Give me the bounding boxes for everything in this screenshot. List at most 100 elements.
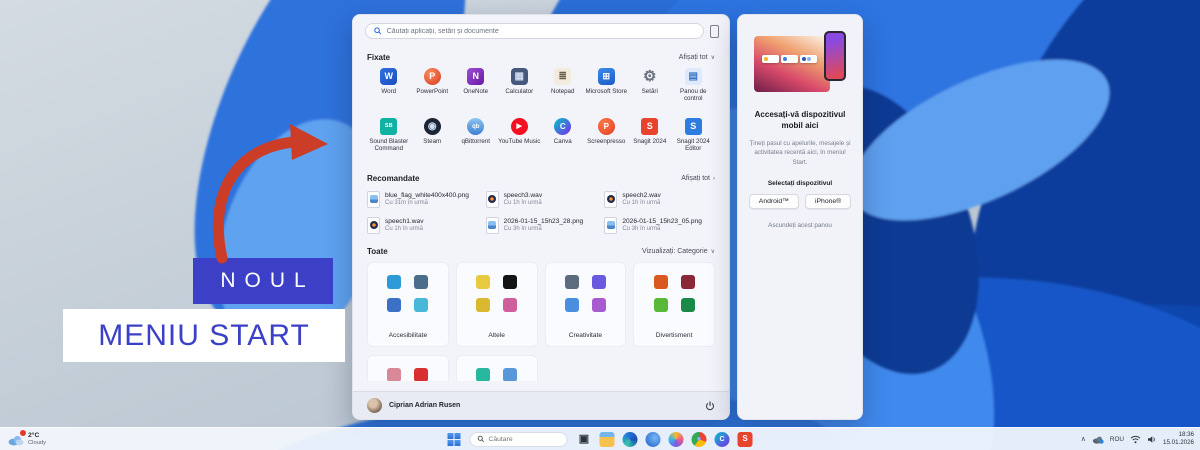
pinned-app[interactable]: ▶ YouTube Music bbox=[498, 118, 542, 162]
pinned-app[interactable]: S Snagit 2024 bbox=[628, 118, 672, 162]
pinned-app[interactable]: SB Sound Blaster Command bbox=[367, 118, 411, 162]
android-button[interactable]: Android™ bbox=[748, 193, 800, 209]
red-arrow-annotation bbox=[212, 124, 328, 264]
app-label: Canva bbox=[553, 138, 572, 145]
iphone-button[interactable]: iPhone® bbox=[805, 193, 852, 209]
file-timestamp: Cu 1h în urmă bbox=[385, 226, 424, 233]
search-icon bbox=[374, 27, 382, 35]
recommended-file[interactable]: speech1.wav Cu 1h în urmă bbox=[367, 215, 478, 235]
pinned-app[interactable]: ▤ Panou de control bbox=[672, 68, 716, 112]
power-button[interactable] bbox=[705, 400, 715, 411]
select-device-label: Selectați dispozitivul bbox=[767, 179, 833, 187]
category-tile[interactable] bbox=[367, 355, 449, 381]
start-search-box[interactable] bbox=[365, 23, 704, 39]
app-label: OneNote bbox=[463, 88, 489, 95]
recommended-file[interactable]: speech3.wav Cu 1h în urmă bbox=[485, 189, 597, 209]
language-indicator[interactable]: ROU bbox=[1110, 436, 1124, 443]
pinned-app[interactable]: C Canva bbox=[541, 118, 585, 162]
user-avatar[interactable] bbox=[367, 398, 382, 413]
file-timestamp: Cu 3h în urmă bbox=[622, 226, 661, 233]
taskbar-app-icon[interactable] bbox=[599, 431, 615, 447]
category-label: Altele bbox=[488, 332, 505, 339]
temperature: 2°C bbox=[28, 431, 40, 439]
notification-pill bbox=[762, 55, 779, 63]
user-name[interactable]: Ciprian Adrian Rusen bbox=[389, 402, 460, 409]
pinned-app[interactable]: ◉ Steam bbox=[411, 118, 455, 162]
category-tile[interactable]: Altele bbox=[455, 262, 538, 347]
all-apps-section-title: Toate bbox=[367, 247, 388, 256]
file-timestamp: Cu 3h în urmă bbox=[503, 226, 542, 233]
mobile-device-icon[interactable] bbox=[710, 24, 719, 38]
search-input[interactable] bbox=[386, 27, 695, 35]
app-label: Setări bbox=[641, 88, 658, 95]
pinned-app[interactable]: ▦ Calculator bbox=[498, 68, 542, 112]
app-icon: P bbox=[423, 68, 441, 85]
pinned-app[interactable]: W Word bbox=[367, 68, 411, 112]
app-label: YouTube Music bbox=[498, 138, 541, 145]
app-label: Snagit 2024 Editor bbox=[676, 138, 710, 153]
pinned-app[interactable]: ≣ Notepad bbox=[541, 68, 585, 112]
category-mini-icon bbox=[387, 298, 402, 312]
file-timestamp: Cu 1h în urmă bbox=[503, 200, 542, 207]
category-tile[interactable]: Creativitate bbox=[544, 262, 627, 347]
category-mini-icon bbox=[414, 275, 429, 289]
category-tile[interactable] bbox=[455, 355, 538, 381]
app-label: Steam bbox=[423, 138, 442, 145]
pinned-app[interactable]: P PowerPoint bbox=[411, 68, 455, 112]
tray-date: 15.01.2026 bbox=[1163, 439, 1194, 446]
app-icon: S bbox=[684, 118, 702, 135]
category-tile[interactable]: Divertisment bbox=[633, 262, 715, 347]
volume-icon[interactable] bbox=[1147, 435, 1157, 444]
category-mini-icon bbox=[503, 275, 518, 289]
recommended-file[interactable]: 2026-01-15_15h23_05.png Cu 3h în urmă bbox=[604, 215, 715, 235]
app-icon: SB bbox=[380, 118, 398, 135]
start-menu: Fixate Afișați tot ∨ W Word P PowerPoint bbox=[352, 14, 730, 420]
pinned-app[interactable]: P Screenpresso bbox=[585, 118, 629, 162]
onedrive-icon[interactable] bbox=[1092, 435, 1104, 444]
hidden-icons-chevron[interactable]: ∧ bbox=[1081, 435, 1086, 443]
recommended-file[interactable]: blue_flag_white400x400.png Cu 31m în urm… bbox=[367, 189, 478, 209]
hide-panel-link[interactable]: Ascundeți acest panou bbox=[748, 222, 852, 229]
pinned-show-all-button[interactable]: Afișați tot ∨ bbox=[679, 54, 715, 61]
search-icon bbox=[477, 435, 485, 443]
app-label: Microsoft Store bbox=[585, 88, 628, 95]
taskbar-search-input[interactable] bbox=[488, 435, 560, 443]
category-mini-icon bbox=[680, 275, 695, 289]
laptop-screen-graphic bbox=[754, 36, 830, 92]
power-icon bbox=[705, 400, 715, 410]
taskbar-app-icon[interactable]: S bbox=[737, 431, 753, 447]
chevron-down-icon: ∨ bbox=[710, 249, 715, 255]
app-icon: C bbox=[554, 118, 572, 135]
taskbar-app-icon[interactable]: C bbox=[714, 431, 730, 447]
taskbar-app-icon[interactable] bbox=[622, 431, 638, 447]
pinned-app[interactable]: ⊞ Microsoft Store bbox=[585, 68, 629, 112]
file-icon bbox=[485, 190, 499, 208]
wifi-icon[interactable] bbox=[1130, 435, 1141, 444]
app-icon: ▤ bbox=[684, 68, 702, 85]
notification-badge bbox=[20, 429, 26, 436]
category-mini-icon bbox=[414, 368, 429, 381]
view-category-dropdown[interactable]: Vizualizați: Categorie ∨ bbox=[642, 248, 715, 255]
start-button[interactable] bbox=[447, 432, 461, 446]
taskbar-app-icon[interactable]: ▣ bbox=[577, 432, 592, 447]
pinned-app[interactable]: S Snagit 2024 Editor bbox=[672, 118, 716, 162]
taskbar-search-box[interactable] bbox=[469, 431, 568, 447]
recommended-show-all-button[interactable]: Afișați tot › bbox=[681, 175, 715, 182]
recommended-file[interactable]: speech2.wav Cu 1h în urmă bbox=[604, 189, 715, 209]
app-label: Calculator bbox=[505, 88, 534, 95]
taskbar-app-icon[interactable] bbox=[668, 431, 684, 447]
pinned-section-title: Fixate bbox=[367, 53, 391, 62]
taskbar-app-icon[interactable]: ● bbox=[691, 431, 707, 447]
file-timestamp: Cu 31m în urmă bbox=[385, 200, 429, 207]
widgets-button[interactable]: 2°C Cloudy bbox=[7, 428, 46, 450]
pinned-app[interactable]: qb qBittorrent bbox=[454, 118, 498, 162]
pinned-app[interactable]: N OneNote bbox=[454, 68, 498, 112]
category-tile[interactable]: Accesibilitate bbox=[367, 262, 449, 347]
taskbar-app-icon[interactable] bbox=[645, 431, 661, 447]
category-mini-icon bbox=[503, 298, 518, 312]
panel-heading: Accesați-vă dispozitivul mobil aici bbox=[754, 110, 846, 130]
clock[interactable]: 18:36 15.01.2026 bbox=[1163, 431, 1194, 448]
category-mini-icon bbox=[591, 275, 606, 289]
recommended-file[interactable]: 2026-01-15_15h23_28.png Cu 3h în urmă bbox=[485, 215, 597, 235]
pinned-app[interactable]: ⚙ Setări bbox=[628, 68, 672, 112]
